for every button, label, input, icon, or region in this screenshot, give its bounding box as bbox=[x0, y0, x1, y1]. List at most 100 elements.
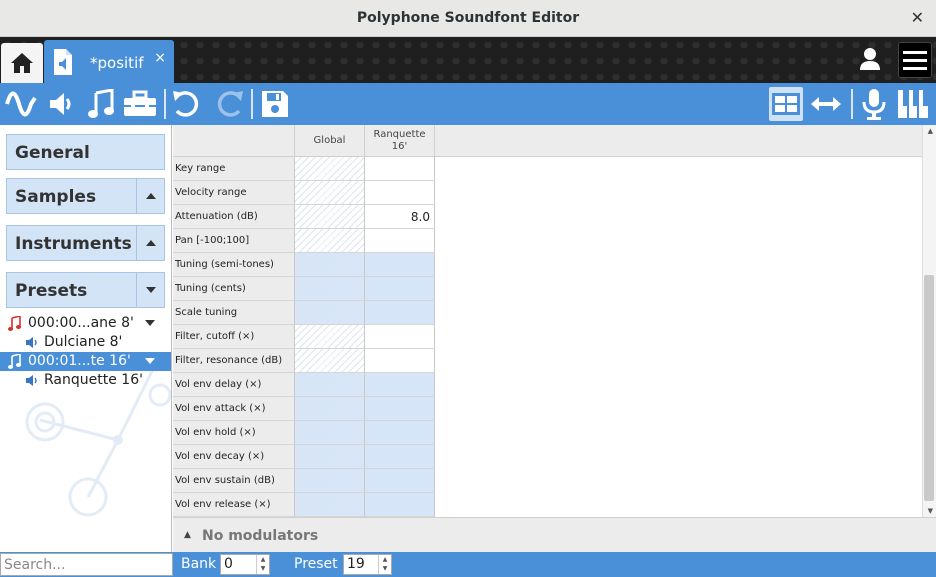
instrument-value-cell[interactable] bbox=[365, 493, 435, 517]
home-tab[interactable] bbox=[1, 43, 43, 83]
table-vertical-scrollbar[interactable]: ▲ ▼ bbox=[922, 125, 936, 517]
global-value-cell[interactable] bbox=[295, 493, 365, 517]
column-header-global[interactable]: Global bbox=[295, 125, 365, 157]
section-samples[interactable]: Samples bbox=[6, 178, 165, 214]
microphone-icon[interactable] bbox=[857, 87, 891, 121]
scroll-up-icon[interactable]: ▲ bbox=[928, 127, 933, 135]
tree-instrument-label: Dulciane 8' bbox=[44, 334, 123, 350]
instrument-value-cell[interactable] bbox=[365, 301, 435, 325]
piano-icon[interactable] bbox=[896, 87, 930, 121]
chevron-down-icon[interactable] bbox=[145, 320, 155, 326]
waveform-icon[interactable] bbox=[4, 87, 38, 121]
table-row: Vol env hold (×) bbox=[173, 421, 435, 445]
tree-preset-label: 000:01...te 16' bbox=[28, 353, 131, 369]
collapse-instruments-button[interactable] bbox=[136, 226, 164, 260]
tree-preset-item[interactable]: 000:00...ane 8' bbox=[0, 314, 171, 333]
instrument-value-cell[interactable] bbox=[365, 253, 435, 277]
scroll-down-icon[interactable]: ▼ bbox=[928, 507, 933, 515]
table-row: Tuning (semi-tones) bbox=[173, 253, 435, 277]
window-title: Polyphone Soundfont Editor bbox=[356, 10, 580, 26]
parameter-table: Global Ranquette 16' Key range Velocity r… bbox=[173, 125, 936, 517]
preset-value: 19 bbox=[347, 556, 365, 572]
preset-spinbox[interactable]: 19 ▲ ▼ bbox=[343, 554, 392, 575]
instrument-value-cell[interactable] bbox=[365, 397, 435, 421]
user-icon[interactable] bbox=[860, 47, 880, 74]
tree-instrument-item[interactable]: Dulciane 8' bbox=[0, 333, 171, 352]
hamburger-icon bbox=[903, 50, 927, 54]
undo-icon[interactable] bbox=[170, 87, 204, 121]
speaker-icon[interactable] bbox=[44, 87, 78, 121]
instrument-value-cell[interactable] bbox=[365, 421, 435, 445]
search-input[interactable] bbox=[0, 553, 173, 576]
collapse-samples-button[interactable] bbox=[136, 179, 164, 213]
music-note-icon bbox=[8, 354, 21, 369]
tree-instrument-label: Ranquette 16' bbox=[44, 372, 143, 388]
global-value-cell[interactable] bbox=[295, 229, 365, 253]
music-note-icon bbox=[8, 316, 21, 331]
global-value-cell[interactable] bbox=[295, 421, 365, 445]
table-row: Attenuation (dB) 8.0 bbox=[173, 205, 435, 229]
stretch-icon[interactable] bbox=[809, 87, 843, 121]
column-header-instrument[interactable]: Ranquette 16' bbox=[365, 125, 435, 157]
global-value-cell[interactable] bbox=[295, 205, 365, 229]
window-close-button[interactable]: ✕ bbox=[911, 8, 924, 27]
instrument-value-cell[interactable] bbox=[365, 157, 435, 181]
instrument-value-cell[interactable] bbox=[365, 325, 435, 349]
save-icon[interactable] bbox=[258, 87, 292, 121]
parameter-name: Vol env delay (×) bbox=[173, 373, 295, 397]
scrollbar-thumb[interactable] bbox=[924, 275, 934, 501]
sidebar: General Samples Instruments Presets 000:… bbox=[0, 125, 172, 552]
tree-preset-item-selected[interactable]: 000:01...te 16' bbox=[0, 352, 171, 371]
global-value-cell[interactable] bbox=[295, 325, 365, 349]
main-menu-button[interactable] bbox=[898, 42, 932, 78]
toolbox-icon[interactable] bbox=[123, 87, 157, 121]
table-row: Velocity range bbox=[173, 181, 435, 205]
section-general[interactable]: General bbox=[6, 134, 165, 170]
global-value-cell[interactable] bbox=[295, 253, 365, 277]
instrument-value-cell[interactable] bbox=[365, 373, 435, 397]
bank-spinbox[interactable]: 0 ▲ ▼ bbox=[220, 554, 270, 575]
table-row: Vol env decay (×) bbox=[173, 445, 435, 469]
soundfont-file-icon bbox=[54, 49, 72, 75]
expand-presets-button[interactable] bbox=[136, 273, 164, 307]
instrument-value-cell[interactable]: 8.0 bbox=[365, 205, 435, 229]
parameter-name: Pan [-100;100] bbox=[173, 229, 295, 253]
global-value-cell[interactable] bbox=[295, 373, 365, 397]
parameter-name: Filter, resonance (dB) bbox=[173, 349, 295, 373]
spinbox-arrows-icon[interactable]: ▲ ▼ bbox=[256, 555, 269, 574]
section-instruments[interactable]: Instruments bbox=[6, 225, 165, 261]
global-value-cell[interactable] bbox=[295, 397, 365, 421]
global-value-cell[interactable] bbox=[295, 277, 365, 301]
global-value-cell[interactable] bbox=[295, 181, 365, 205]
parameter-name: Attenuation (dB) bbox=[173, 205, 295, 229]
instrument-value-cell[interactable] bbox=[365, 349, 435, 373]
table-row: Vol env attack (×) bbox=[173, 397, 435, 421]
global-value-cell[interactable] bbox=[295, 349, 365, 373]
bottom-bar: Bank 0 ▲▼ Preset 19 ▲▼ bbox=[0, 552, 936, 577]
spinbox-arrows-icon[interactable]: ▲ ▼ bbox=[378, 555, 391, 574]
instrument-value-cell[interactable] bbox=[365, 229, 435, 253]
speaker-icon bbox=[26, 375, 37, 386]
instrument-value-cell[interactable] bbox=[365, 445, 435, 469]
global-value-cell[interactable] bbox=[295, 469, 365, 493]
instrument-value-cell[interactable] bbox=[365, 469, 435, 493]
global-value-cell[interactable] bbox=[295, 301, 365, 325]
parameter-name: Vol env decay (×) bbox=[173, 445, 295, 469]
home-icon bbox=[11, 53, 33, 73]
tab-file[interactable]: *positif × bbox=[44, 40, 174, 83]
section-instruments-label: Instruments bbox=[15, 234, 132, 254]
table-view-icon[interactable] bbox=[769, 87, 803, 121]
music-note-icon[interactable] bbox=[84, 87, 118, 121]
file-tab-close-button[interactable]: × bbox=[154, 50, 166, 66]
instrument-value-cell[interactable] bbox=[365, 277, 435, 301]
modulators-panel-toggle[interactable]: ▲ No modulators bbox=[173, 517, 936, 552]
redo-icon[interactable] bbox=[212, 87, 246, 121]
global-value-cell[interactable] bbox=[295, 157, 365, 181]
instrument-value-cell[interactable] bbox=[365, 181, 435, 205]
global-value-cell[interactable] bbox=[295, 445, 365, 469]
table-row: Key range bbox=[173, 157, 435, 181]
chevron-down-icon[interactable] bbox=[145, 358, 155, 364]
triangle-up-icon bbox=[145, 193, 156, 199]
tree-instrument-item[interactable]: Ranquette 16' bbox=[0, 371, 171, 390]
section-presets[interactable]: Presets bbox=[6, 272, 165, 308]
